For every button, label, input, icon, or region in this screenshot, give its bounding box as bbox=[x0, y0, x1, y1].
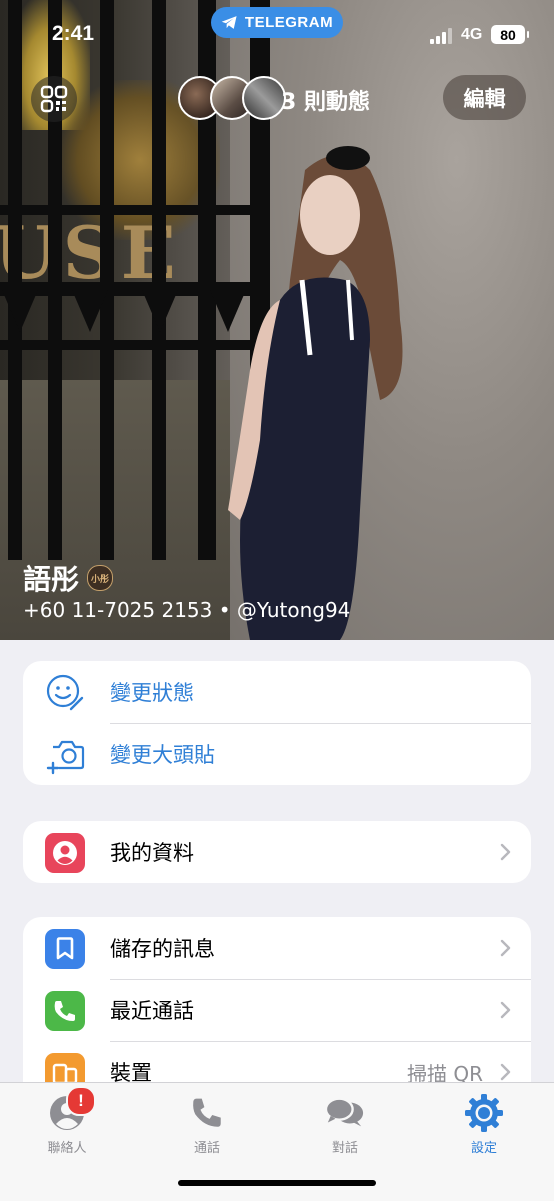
recent-calls-row[interactable]: 最近通話 bbox=[23, 979, 531, 1041]
my-profile-label: 我的資料 bbox=[110, 841, 194, 865]
status-time: 2:41 bbox=[52, 22, 95, 45]
devices-value: 掃描 QR bbox=[407, 1061, 483, 1084]
battery-icon: 80 bbox=[491, 25, 529, 44]
chevron-right-icon bbox=[500, 1063, 511, 1081]
tab-settings[interactable]: 設定 bbox=[434, 1089, 534, 1156]
camera-add-icon bbox=[45, 735, 85, 775]
settings-gear-icon bbox=[464, 1093, 504, 1133]
profile-phone-username[interactable]: +60 11-7025 2153 • @Yutong94 bbox=[23, 598, 350, 622]
photo-person bbox=[228, 146, 403, 640]
change-photo-row[interactable]: 變更大頭貼 bbox=[23, 723, 531, 785]
recent-calls-label: 最近通話 bbox=[110, 999, 194, 1023]
tab-settings-label: 設定 bbox=[470, 1141, 497, 1156]
telegram-pill[interactable]: TELEGRAM bbox=[211, 7, 343, 38]
stories-avatars[interactable] bbox=[178, 75, 286, 121]
bookmark-icon bbox=[45, 929, 85, 969]
edit-button[interactable]: 編輯 bbox=[443, 75, 526, 120]
saved-messages-row[interactable]: 儲存的訊息 bbox=[23, 917, 531, 979]
profile-actions-card: 變更狀態 變更大頭貼 bbox=[23, 661, 531, 785]
qr-code-button[interactable] bbox=[31, 76, 77, 122]
gate-bar bbox=[152, 0, 166, 560]
change-photo-label: 變更大頭貼 bbox=[110, 743, 215, 767]
saved-messages-label: 儲存的訊息 bbox=[110, 937, 215, 961]
tab-calls[interactable]: 通話 bbox=[157, 1089, 257, 1156]
tab-chats-label: 對話 bbox=[331, 1141, 358, 1156]
tab-contacts-label: 聯絡人 bbox=[47, 1141, 87, 1156]
chevron-right-icon bbox=[500, 1001, 511, 1019]
person-icon bbox=[45, 833, 85, 873]
telegram-plane-icon bbox=[221, 16, 237, 29]
story-thumbnail[interactable] bbox=[242, 76, 286, 120]
profile-name-text: 語彤 bbox=[23, 563, 80, 596]
home-indicator[interactable] bbox=[178, 1180, 376, 1186]
gate-spike bbox=[72, 290, 108, 332]
chevron-right-icon bbox=[500, 843, 511, 861]
phone-icon bbox=[45, 991, 85, 1031]
gate-bar bbox=[8, 0, 22, 560]
network-label: 4G bbox=[461, 26, 483, 43]
tab-calls-label: 通話 bbox=[193, 1141, 220, 1156]
gate-spike bbox=[142, 290, 178, 332]
chats-icon bbox=[325, 1093, 365, 1133]
tab-chats[interactable]: 對話 bbox=[295, 1089, 395, 1156]
profile-name: 語彤 小彤 bbox=[23, 558, 114, 598]
stories-count-label[interactable]: 3 則動態 bbox=[281, 84, 370, 116]
contacts-notification-badge: ! bbox=[66, 1086, 96, 1116]
emoji-status-badge[interactable]: 小彤 bbox=[87, 565, 114, 591]
gate-bar bbox=[100, 0, 114, 560]
smiley-edit-icon bbox=[45, 673, 85, 713]
change-status-row[interactable]: 變更狀態 bbox=[23, 661, 531, 723]
devices-label: 裝置 bbox=[110, 1061, 152, 1083]
telegram-pill-label: TELEGRAM bbox=[244, 14, 334, 31]
gate-spike bbox=[2, 290, 38, 332]
devices-icon bbox=[45, 1053, 85, 1083]
signal-icon bbox=[430, 28, 452, 44]
devices-row[interactable]: 裝置 掃描 QR bbox=[23, 1041, 531, 1083]
chevron-right-icon bbox=[500, 939, 511, 957]
change-status-label: 變更狀態 bbox=[110, 681, 194, 705]
qr-code-icon bbox=[40, 85, 68, 113]
phone-icon bbox=[187, 1093, 227, 1133]
settings-menu-card: 儲存的訊息 最近通話 裝置 掃描 QR bbox=[23, 917, 531, 1083]
my-profile-row[interactable]: 我的資料 bbox=[23, 821, 531, 883]
my-profile-card: 我的資料 bbox=[23, 821, 531, 883]
